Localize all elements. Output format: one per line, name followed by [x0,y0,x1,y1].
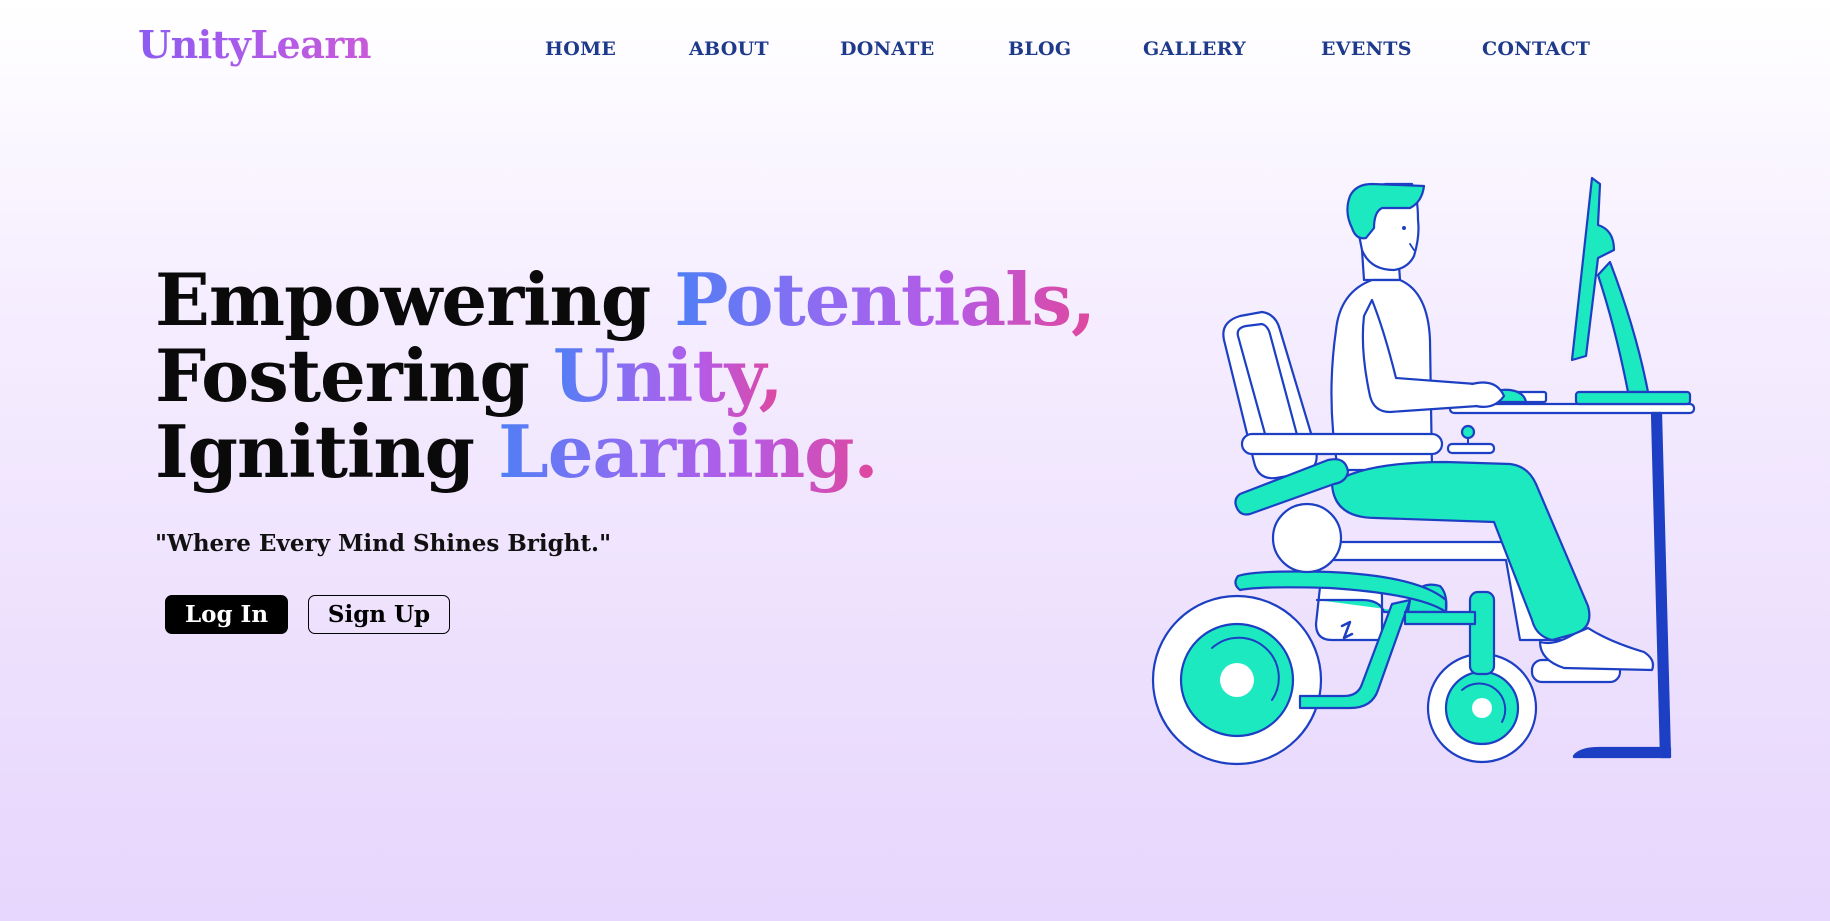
signup-button[interactable]: Sign Up [308,595,450,634]
hero-line-2: Fostering Unity, [155,338,1095,414]
hero-tagline: "Where Every Mind Shines Bright." [155,530,612,557]
nav-events[interactable]: EVENTS [1321,38,1412,60]
login-button[interactable]: Log In [165,595,288,634]
nav-contact[interactable]: CONTACT [1482,38,1590,60]
hero-line-2-accent: Unity, [552,333,784,418]
navbar: UnityLearn HOME ABOUT DONATE BLOG GALLER… [0,0,1830,100]
hero-line-1: Empowering Potentials, [155,262,1096,338]
nav-home[interactable]: HOME [545,38,616,60]
rear-wheel-icon [1151,594,1323,766]
hero-line-3-plain: Igniting [155,409,499,494]
wheelchair-user-illustration [1151,176,1696,766]
nav-blog[interactable]: BLOG [1008,38,1071,60]
nav-donate[interactable]: DONATE [840,38,935,60]
hero-line-2-plain: Fostering [155,333,553,418]
hero-line-1-accent: Potentials, [674,257,1096,342]
hero-line-1-plain: Empowering [155,257,675,342]
nav-about[interactable]: ABOUT [689,38,769,60]
monitor-icon [1570,176,1692,406]
nav-gallery[interactable]: GALLERY [1143,38,1246,60]
hero-title: Empowering Potentials, Fostering Unity, … [155,262,1096,490]
main-nav: HOME ABOUT DONATE BLOG GALLERY EVENTS CO… [0,38,1830,64]
hero-line-3-accent: Learning. [498,409,878,494]
hero-line-3: Igniting Learning. [155,414,1095,490]
